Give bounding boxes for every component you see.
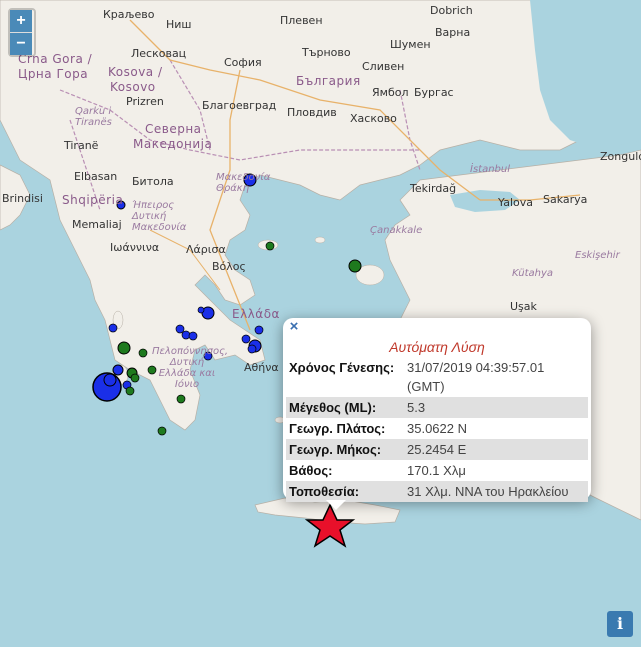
map-label: Шумен <box>390 38 431 51</box>
event-marker <box>117 341 131 355</box>
popup-tip <box>326 500 346 510</box>
event-marker <box>197 306 205 314</box>
event-marker <box>241 334 251 344</box>
map-label: Αθήνα <box>244 361 279 374</box>
map-label: Kütahya <box>512 268 554 279</box>
detail-key: Βάθος: <box>289 463 333 478</box>
map-label: Μακεδονία Θράκη <box>216 172 271 194</box>
table-row: Μέγεθος (ML): 5.3 <box>286 397 588 418</box>
event-popup: × Αυτόματη Λύση Χρόνος Γένεσης: 31/07/201… <box>283 318 591 510</box>
event-marker <box>125 386 135 396</box>
detail-value: 31 Χλμ. ΝΝΑ του Ηρακλείου <box>404 481 588 502</box>
event-marker <box>130 373 140 383</box>
map-label: Северна <box>145 122 202 136</box>
zoom-in-button[interactable]: + <box>10 10 32 32</box>
map-label: Битола <box>132 175 174 188</box>
event-marker <box>188 331 198 341</box>
map-label: Dobrich <box>430 4 473 17</box>
event-marker <box>254 325 264 335</box>
map-label: Краљево <box>103 8 155 21</box>
close-icon[interactable]: × <box>285 318 303 336</box>
event-marker <box>348 259 362 273</box>
detail-key: Γεωγρ. Πλάτος: <box>289 421 386 436</box>
detail-key: Χρόνος Γένεσης: <box>289 360 395 375</box>
map-label: İstanbul <box>470 164 511 175</box>
map-label: Shqipëria <box>62 193 124 207</box>
map-label: Eskişehir <box>575 250 620 261</box>
event-marker <box>176 394 186 404</box>
map-label: Kosova / <box>108 65 163 79</box>
map-label: Ιωάννινα <box>110 241 160 254</box>
detail-key: Μέγεθος (ML): <box>286 397 404 418</box>
map-label: Хасково <box>350 112 397 125</box>
popup-title: Αυτόματη Λύση <box>389 339 485 355</box>
map-label: Sakarya <box>543 193 588 206</box>
map-label: Црна Гора <box>18 67 89 81</box>
map-label: Благоевград <box>202 99 277 112</box>
map-label: Ήπειρος Δυτική Μακεδονία <box>132 200 187 233</box>
map-label: Плевен <box>280 14 323 27</box>
event-marker <box>112 364 124 376</box>
event-marker <box>157 426 167 436</box>
table-row: Γεωγρ. Πλάτος: 35.0622 N <box>286 418 588 439</box>
map-label: Uşak <box>510 300 537 313</box>
event-marker <box>138 348 148 358</box>
map-label: България <box>296 74 361 88</box>
map-label: София <box>224 56 262 69</box>
detail-value: 31/07/2019 04:39:57.01 (GMT) <box>407 360 545 394</box>
map-label: Brindisi <box>2 192 43 205</box>
map-label: Варна <box>435 26 471 39</box>
event-marker <box>175 324 185 334</box>
table-row: Χρόνος Γένεσης: 31/07/2019 04:39:57.01 (G… <box>286 357 588 397</box>
map-label: Λάρισα <box>186 243 226 256</box>
map-label: Tekirdağ <box>410 182 457 195</box>
map-label: Търново <box>302 46 351 59</box>
map-label: Kosovo <box>110 80 156 94</box>
map-label: Yalova <box>498 196 533 209</box>
map-label: Çanakkale <box>370 225 423 236</box>
table-row: Τοποθεσία: 31 Χλμ. ΝΝΑ του Ηρακλείου <box>286 481 588 502</box>
detail-value: 35.0622 N <box>407 421 467 436</box>
map-label: Ελλάδα <box>232 307 280 321</box>
map-label: Пловдив <box>287 106 337 119</box>
table-row: Γεωγρ. Μήκος: 25.2454 E <box>286 439 588 460</box>
table-row: Βάθος: 170.1 Χλμ <box>286 460 588 481</box>
map-label: Ямбол <box>372 86 409 99</box>
map-label: Πελοπόννησος, Δυτική Ελλάδα και Ιόνιο <box>152 346 229 390</box>
detail-value: 170.1 Χλμ <box>407 463 466 478</box>
map-label: Qarku i Tiranës <box>75 106 112 128</box>
event-details-table: Χρόνος Γένεσης: 31/07/2019 04:39:57.01 (G… <box>286 357 588 502</box>
map-label: Elbasan <box>74 170 118 183</box>
event-marker <box>247 344 257 354</box>
map-label: Македонија <box>133 137 213 151</box>
event-marker <box>265 241 275 251</box>
detail-key: Τοποθεσία: <box>286 481 404 502</box>
map-label: Zonguldak <box>600 150 641 163</box>
map-label: Βόλος <box>212 260 246 273</box>
map-label: Tiranë <box>64 139 99 152</box>
map-label: Сливен <box>362 60 405 73</box>
zoom-out-button[interactable]: − <box>10 32 32 55</box>
event-marker <box>108 323 118 333</box>
map-label: Ниш <box>166 18 192 31</box>
map-label: Лесковац <box>131 47 187 60</box>
zoom-control: + − <box>8 8 36 57</box>
detail-key: Γεωγρ. Μήκος: <box>286 439 404 460</box>
detail-value: 25.2454 E <box>404 439 588 460</box>
info-button[interactable]: i <box>607 611 633 637</box>
map-label: Бургас <box>414 86 454 99</box>
detail-value: 5.3 <box>404 397 588 418</box>
event-marker <box>103 373 117 387</box>
map-label: Memaliaj <box>72 218 122 231</box>
map-canvas[interactable]: Краљево Ниш Плевен Търново Шумен Варна D… <box>0 0 641 647</box>
